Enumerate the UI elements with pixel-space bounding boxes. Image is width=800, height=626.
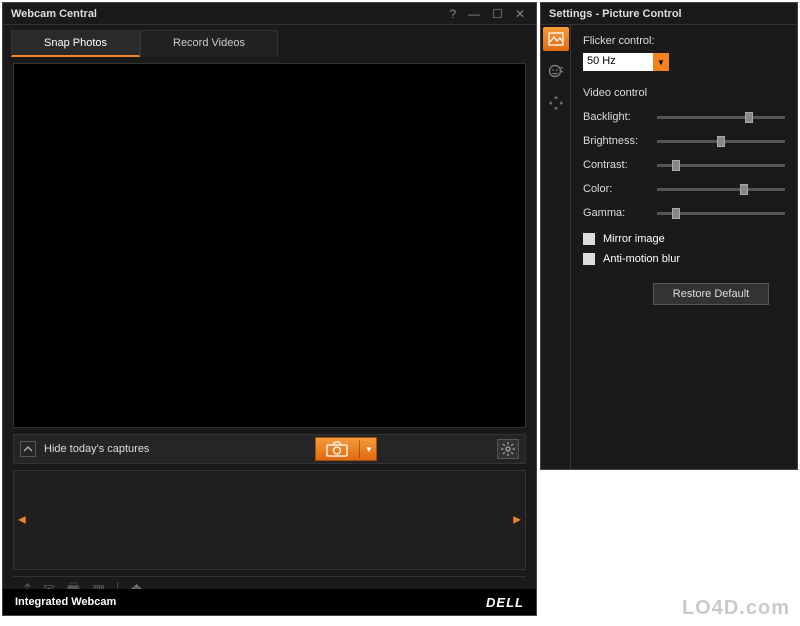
settings-button[interactable] [497, 439, 519, 459]
gamma-row: Gamma: [583, 201, 785, 225]
minimize-button[interactable]: — [465, 7, 483, 21]
brightness-row: Brightness: [583, 129, 785, 153]
gear-icon [501, 442, 515, 456]
camera-icon [326, 441, 348, 457]
video-control-label: Video control [583, 87, 785, 99]
webcam-name: Integrated Webcam [15, 596, 116, 608]
capture-bar: Hide today's captures ▼ [13, 434, 526, 464]
move-icon [548, 95, 564, 111]
dell-logo: DELL [486, 595, 524, 610]
restore-default-label: Restore Default [673, 288, 749, 300]
picture-control-tab[interactable] [543, 27, 569, 51]
chevron-up-icon [23, 444, 33, 454]
settings-titlebar: Settings - Picture Control [541, 3, 797, 25]
settings-window: Settings - Picture Control Flicker contr… [540, 2, 798, 470]
close-button[interactable]: ✕ [512, 7, 528, 21]
mirror-image-row: Mirror image [583, 233, 785, 245]
restore-default-button[interactable]: Restore Default [653, 283, 769, 305]
thumb-prev-button[interactable]: ◀ [16, 511, 28, 530]
tab-snap-photos[interactable]: Snap Photos [11, 30, 140, 57]
pan-zoom-tab[interactable] [543, 91, 569, 115]
picture-icon [548, 32, 564, 46]
captures-toggle-label: Hide today's captures [44, 443, 315, 455]
status-bar: Integrated Webcam DELL [3, 589, 536, 615]
maximize-button[interactable]: ☐ [489, 7, 506, 21]
gamma-label: Gamma: [583, 207, 657, 219]
color-slider[interactable] [657, 188, 785, 191]
webcam-central-window: Webcam Central ? — ☐ ✕ Snap Photos Recor… [2, 2, 537, 616]
face-effects-tab[interactable] [543, 59, 569, 83]
flicker-select[interactable]: 50 Hz ▼ [583, 53, 669, 71]
tab-snap-photos-label: Snap Photos [44, 37, 107, 49]
snap-photo-button[interactable]: ▼ [315, 437, 377, 461]
settings-category-tabs [541, 25, 571, 469]
color-label: Color: [583, 183, 657, 195]
mirror-image-checkbox[interactable] [583, 233, 595, 245]
tab-record-videos-label: Record Videos [173, 37, 245, 49]
tab-record-videos[interactable]: Record Videos [140, 30, 278, 57]
mode-tabs: Snap Photos Record Videos [3, 25, 536, 57]
settings-title: Settings - Picture Control [549, 8, 789, 20]
collapse-captures-button[interactable] [20, 441, 36, 457]
flicker-value: 50 Hz [583, 53, 653, 71]
main-titlebar: Webcam Central ? — ☐ ✕ [3, 3, 536, 25]
backlight-slider[interactable] [657, 116, 785, 119]
anti-motion-blur-row: Anti-motion blur [583, 253, 785, 265]
main-title: Webcam Central [11, 8, 446, 20]
face-icon [548, 63, 564, 79]
flicker-label: Flicker control: [583, 35, 785, 47]
gamma-slider[interactable] [657, 212, 785, 215]
anti-motion-blur-label: Anti-motion blur [603, 253, 680, 265]
backlight-row: Backlight: [583, 105, 785, 129]
brightness-label: Brightness: [583, 135, 657, 147]
thumbnail-strip: ◀ ▶ [13, 470, 526, 570]
anti-motion-blur-checkbox[interactable] [583, 253, 595, 265]
watermark: LO4D.com [682, 597, 790, 620]
mirror-image-label: Mirror image [603, 233, 665, 245]
brightness-slider[interactable] [657, 140, 785, 143]
contrast-slider[interactable] [657, 164, 785, 167]
backlight-label: Backlight: [583, 111, 657, 123]
settings-content: Flicker control: 50 Hz ▼ Video control B… [571, 25, 797, 469]
contrast-row: Contrast: [583, 153, 785, 177]
contrast-label: Contrast: [583, 159, 657, 171]
webcam-preview [13, 63, 526, 428]
chevron-down-icon: ▼ [653, 53, 669, 71]
snap-dropdown-arrow[interactable]: ▼ [362, 445, 376, 454]
help-button[interactable]: ? [446, 7, 459, 21]
thumb-next-button[interactable]: ▶ [511, 511, 523, 530]
color-row: Color: [583, 177, 785, 201]
